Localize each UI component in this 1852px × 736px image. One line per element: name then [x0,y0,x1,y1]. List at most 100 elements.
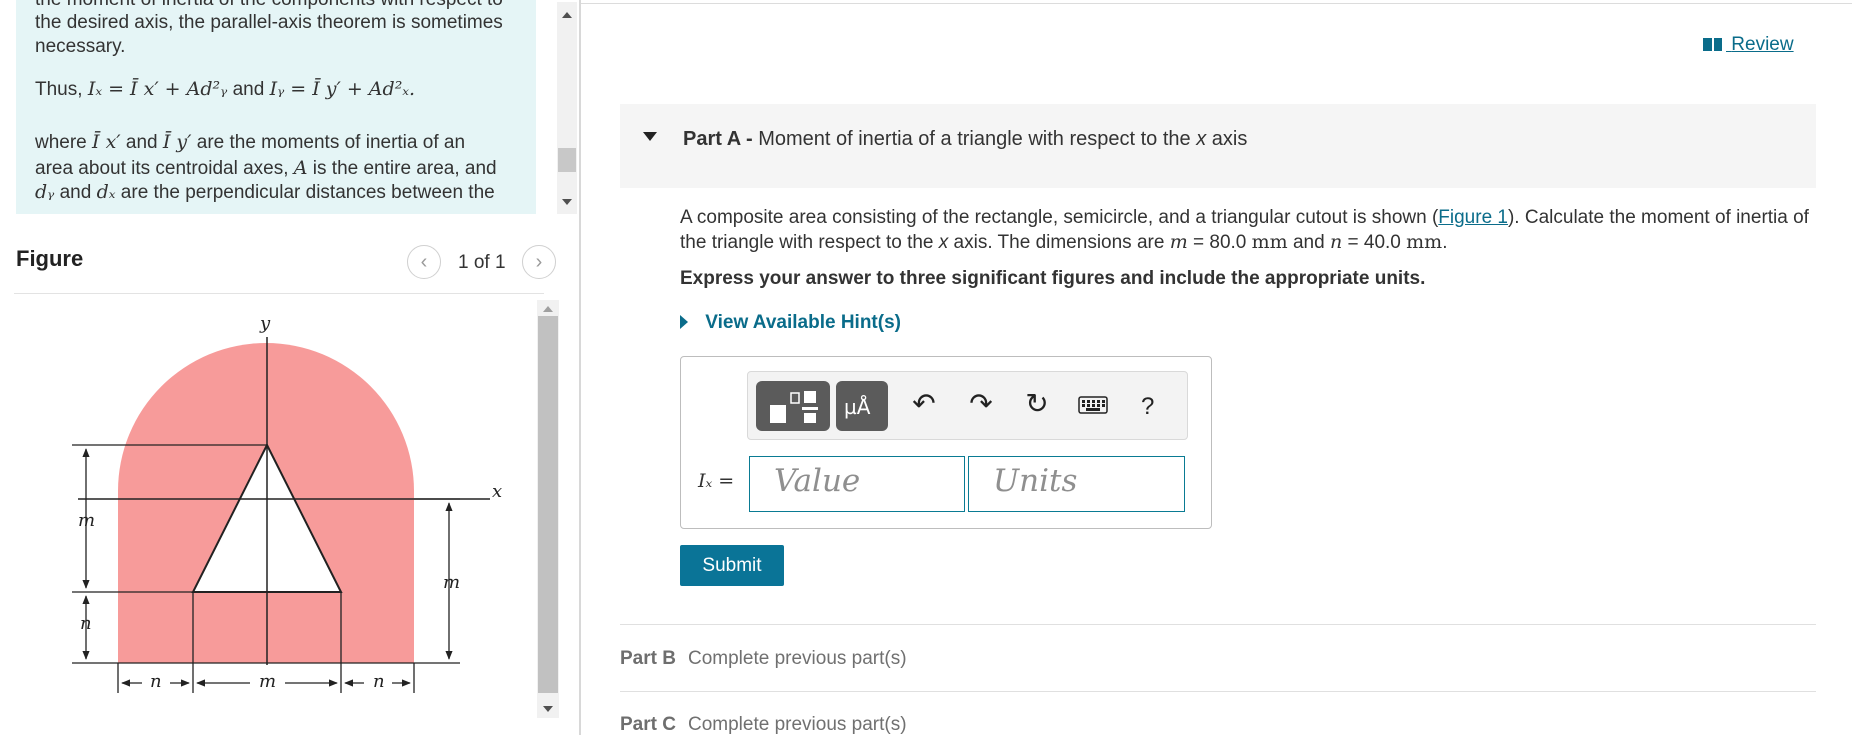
m-value: = 80.0 [1193,232,1247,253]
ixbar-symbol: Ī x′ [92,131,121,153]
answer-label-text: Iₓ = [698,470,735,492]
dim-label-n-left: n [80,613,92,634]
units-icon: µÅ [844,395,871,419]
scroll-down-arrow-icon[interactable] [543,706,553,712]
dim-label-m-left: m [78,510,95,531]
part-c-status: Complete previous part(s) [687,714,907,735]
part-a-title-end: axis [1211,128,1248,150]
m-unit: mm [1251,231,1288,253]
where-rest: are the moments of inertia of an [196,132,466,153]
reset-icon: ↻ [1025,388,1049,419]
answer-label: Iₓ = [698,470,734,493]
column-divider [579,0,581,735]
undo-button[interactable]: ↶ [909,386,939,422]
part-a-header[interactable]: Part A - Moment of inertia of a triangle… [620,104,1816,188]
scroll-up-arrow-icon[interactable] [562,12,572,18]
keyboard-icon [1078,396,1108,418]
part-a-title: Part A - Moment of inertia of a triangle… [683,128,1247,151]
formula-ix: Iₓ = Ī x′ + Ad²ᵧ [87,78,228,100]
dim-label-n-bottom-right: n [373,671,385,692]
figure-divider [14,293,544,294]
intro-scrollbar[interactable] [557,2,577,214]
problem-statement: A composite area consisting of the recta… [680,206,1810,255]
dist-rest: are the perpendicular distances between … [120,182,495,203]
figure-1-link[interactable]: Figure 1 [1438,207,1508,228]
m-symbol: m [1169,231,1188,253]
part-c-row[interactable]: Part C Complete previous part(s) [620,714,907,736]
figure-pager-text: 1 of 1 [458,252,506,273]
part-divider [620,691,1816,692]
redo-icon: ↷ [969,388,993,419]
part-a-prefix: Part A - [683,128,753,150]
book-icon [1703,38,1722,51]
redo-button[interactable]: ↷ [966,386,996,422]
dx-symbol: dₓ [96,181,116,203]
view-hints-toggle[interactable]: View Available Hint(s) [680,312,901,334]
templates-icon [756,391,830,435]
intro-text-line: the desired axis, the parallel-axis theo… [35,12,503,33]
submit-button[interactable]: Submit [680,545,784,586]
part-b-row[interactable]: Part B Complete previous part(s) [620,648,907,670]
dy-symbol: dᵧ [35,181,55,203]
units-button[interactable]: µÅ [836,381,888,431]
chevron-left-icon: ‹ [420,251,428,273]
intro-scrollbar-thumb[interactable] [558,148,576,172]
n-symbol: n [1329,231,1343,253]
intro-text-panel: the moment of inertia of the components … [16,0,536,214]
part-a-title-text: Moment of inertia of a triangle with res… [758,128,1191,150]
part-divider [620,624,1816,625]
and-label: and [232,79,265,100]
area-rest: is the entire area, and [312,158,497,179]
thus-label: Thus, [35,79,83,100]
caret-right-icon [680,315,688,329]
figure-title: Figure [16,246,84,271]
value-input[interactable]: Value [749,456,965,512]
dim-label-n-bottom-left: n [150,671,162,692]
top-border [581,3,1852,4]
help-button[interactable]: ? [1141,393,1154,421]
scroll-down-arrow-icon[interactable] [562,199,572,205]
part-b-status: Complete previous part(s) [687,648,907,669]
and-label: and [125,132,158,153]
parallel-axis-formula: Thus, Iₓ = Ī x′ + Ad²ᵧ and Iᵧ = Ī y′ + A… [35,78,415,101]
intro-dist-line: dᵧ and dₓ are the perpendicular distance… [35,181,495,204]
review-link[interactable]: Review [1703,34,1794,56]
intro-where-line: where Ī x′ and Ī y′ are the moments of i… [35,131,465,154]
instruction-text: Express your answer to three significant… [680,268,1426,289]
intro-text-line: necessary. [35,36,126,57]
part-a-title-axis: x [1196,128,1207,150]
dim-label-m-bottom: m [259,671,276,692]
n-unit: mm [1406,231,1443,253]
collapse-caret-icon[interactable] [643,132,657,141]
scroll-up-arrow-icon[interactable] [543,306,553,312]
reset-button[interactable]: ↻ [1022,386,1052,422]
y-axis-label: y [259,313,271,334]
formula-iy: Iᵧ = Ī y′ + Ad²ₓ. [269,78,416,100]
problem-axis: x [938,232,949,253]
figure-prev-button[interactable]: ‹ [407,245,441,279]
chevron-right-icon: › [535,251,543,273]
dim-label-m-right: m [443,572,460,593]
iybar-symbol: Ī y′ [162,131,192,153]
n-value: = 40.0 [1347,232,1401,253]
where-label: where [35,132,87,153]
intro-text-cut-line: the moment of inertia of the components … [35,0,503,11]
figure-scrollbar-thumb[interactable] [538,316,558,693]
area-text: area about its centroidal axes, [35,158,289,179]
units-input[interactable]: Units [968,456,1185,512]
templates-button[interactable] [756,381,830,431]
period: . [1442,232,1448,253]
x-axis-label: x [492,481,502,502]
and-label: and [59,182,92,203]
review-label: Review [1731,34,1794,55]
problem-text: axis. The dimensions are [953,232,1165,253]
part-b-label: Part B [620,648,676,669]
area-symbol: A [293,157,308,179]
problem-text: A composite area consisting of the recta… [680,207,1439,228]
composite-area-figure: y x m n m n m n [72,313,502,693]
undo-icon: ↶ [912,388,936,419]
part-c-label: Part C [620,714,676,735]
and-label: and [1292,232,1325,253]
keyboard-button[interactable] [1078,396,1108,419]
figure-next-button[interactable]: › [522,245,556,279]
